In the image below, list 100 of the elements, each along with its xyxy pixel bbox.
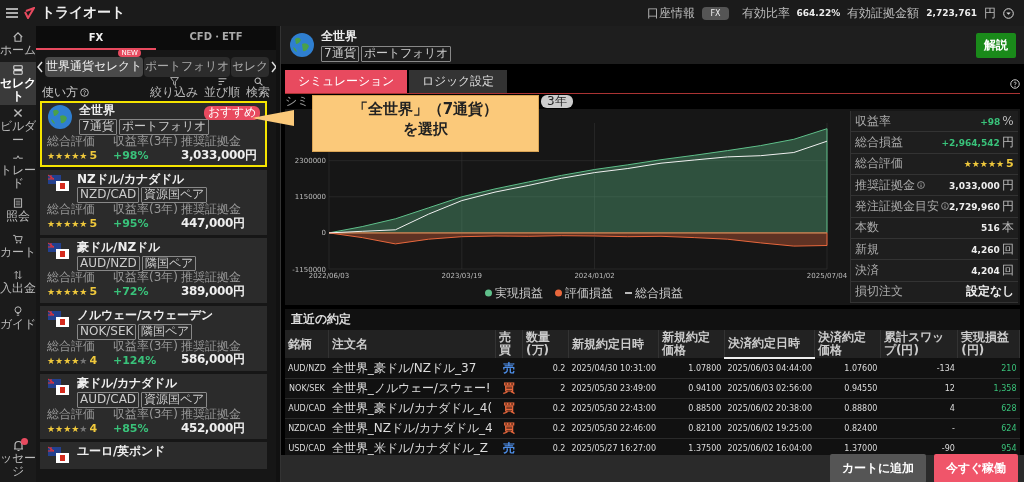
column-header[interactable]: 実現損益(円) xyxy=(957,330,1020,359)
strategy-name: ノルウェー/スウェーデン xyxy=(77,308,214,323)
account-label: 口座情報 xyxy=(647,4,696,22)
table-cell: 1.07800 xyxy=(659,358,725,379)
table-cell: -134 xyxy=(880,358,958,379)
strategy-card[interactable]: 豪ドル/カナダドル AUD/CAD 資源国ペア 総合評価 収益率(3年) 推奨証拠金 ★★★★★ 4 +85% 452,000円 xyxy=(40,374,267,440)
nav-label[interactable]: ッセージ xyxy=(0,451,36,478)
stat-label: 本数 xyxy=(855,219,879,237)
column-header[interactable]: 累計スワップ(円) xyxy=(880,330,958,359)
category-chip[interactable]: セレク xyxy=(231,57,269,77)
help-icon[interactable] xyxy=(80,88,89,98)
rating-label: 総合評価 xyxy=(47,135,96,149)
star-rating: ★★★★★ xyxy=(47,355,88,366)
table-cell: 2025/06/02 20:38:00 xyxy=(724,398,815,419)
margin-value: 447,000円 xyxy=(181,216,246,231)
table-cell: AUD/NZD xyxy=(285,358,329,379)
strategy-card[interactable]: NZドル/カナダドル NZD/CAD 資源国ペア 総合評価 収益率(3年) 推奨証拠金 ★★★★★ 5 +95% 447,000円 xyxy=(40,169,267,235)
search-icon xyxy=(253,76,263,86)
nav-item[interactable]: トレード xyxy=(0,148,36,193)
info-icon[interactable] xyxy=(917,181,925,190)
column-header[interactable]: 新規約定日時 xyxy=(568,330,659,359)
legend-label: 総合損益 xyxy=(635,286,683,300)
return-label: 収益率(3年) xyxy=(113,135,179,149)
strategy-tag: 隣国ペア xyxy=(141,255,196,272)
period-pill[interactable]: 3年 xyxy=(541,94,573,109)
table-cell: 0.2 xyxy=(522,418,569,439)
table-cell: 2025/06/02 19:25:00 xyxy=(724,418,815,439)
rating-value: 5 xyxy=(89,286,98,299)
tool-button[interactable]: 並び順 xyxy=(204,76,240,100)
margin-value: 586,000円 xyxy=(181,353,246,368)
column-header[interactable]: 決済約定日時 xyxy=(724,330,815,359)
notification-dot xyxy=(21,437,28,445)
rating-label: 総合評価 xyxy=(47,203,96,217)
strategy-name: NZドル/カナダドル xyxy=(77,172,186,187)
stat-label: 損切注文 xyxy=(855,283,903,301)
return-label: 収益率(3年) xyxy=(113,203,179,217)
add-to-cart-button[interactable]: カートに追加 xyxy=(830,454,926,482)
column-header[interactable]: 新規約定価格 xyxy=(659,330,725,359)
market-tab[interactable]: CFD・ETF xyxy=(156,26,276,50)
account-type-pill[interactable]: FX xyxy=(702,6,729,20)
nav-item[interactable]: ビルダー xyxy=(0,105,36,149)
bell-icon[interactable] xyxy=(12,439,24,452)
stat-value: +2,964,542 円 xyxy=(941,134,1014,151)
howto-link[interactable]: 使い方 xyxy=(42,86,78,100)
nav-item[interactable]: ホーム xyxy=(0,26,36,62)
column-header[interactable]: 注文名 xyxy=(328,330,496,359)
nav-item[interactable]: カート xyxy=(0,228,36,265)
strategy-name: ユーロ/英ポンド xyxy=(77,445,166,460)
star-rating: ★★★★★ xyxy=(47,287,88,298)
help-icon[interactable] xyxy=(1010,79,1020,89)
chevron-right-icon[interactable] xyxy=(270,60,276,73)
star-rating: ★★★★★ xyxy=(47,423,88,435)
flags-icon xyxy=(47,377,71,398)
stat-label: 推奨証拠金 xyxy=(855,176,915,194)
legend-line-icon xyxy=(624,292,633,294)
stat-label: 総合評価 xyxy=(855,155,903,173)
menu-icon[interactable] xyxy=(6,8,18,18)
table-cell: NOK/SEK xyxy=(285,378,329,399)
view-tab[interactable]: シミュレーション xyxy=(285,70,407,93)
section-title: 直近の約定 xyxy=(290,311,352,328)
chevron-left-icon[interactable] xyxy=(36,60,44,73)
ratio-label: 有効比率 xyxy=(741,4,790,22)
stat-label: 収益率 xyxy=(855,112,891,130)
strategy-tag: 7通貨 xyxy=(79,119,117,135)
stat-label: 決済 xyxy=(855,261,879,279)
stat-value: 2,729,960 円 xyxy=(949,197,1014,215)
strategy-card[interactable]: ノルウェー/スウェーデン NOK/SEK 隣国ペア 総合評価 収益率(3年) 推奨証拠金 ★★★★★ 4 +124% 586,000円 xyxy=(40,305,267,372)
return-value: +85% xyxy=(113,422,150,436)
column-header[interactable]: 売買 xyxy=(495,330,523,359)
explain-button[interactable]: 解説 xyxy=(976,32,1016,58)
flags-icon xyxy=(47,172,71,193)
table-cell: 0.82400 xyxy=(815,418,881,439)
info-icon[interactable] xyxy=(941,202,949,211)
tool-button[interactable]: 検索 xyxy=(246,76,270,100)
table-cell: 2025/05/30 22:43:00 xyxy=(568,398,659,419)
view-tab[interactable]: ロジック設定 xyxy=(409,70,507,93)
tool-button[interactable]: 絞り込み xyxy=(150,76,198,100)
table-cell: 210 xyxy=(957,358,1020,379)
category-chip[interactable]: ポートフォリオ xyxy=(144,57,230,77)
home-icon xyxy=(12,30,24,43)
column-header[interactable]: 決済約定価格 xyxy=(815,330,881,359)
column-header[interactable]: 数量(万) xyxy=(522,330,569,359)
nav-item[interactable]: 照会 xyxy=(0,192,36,229)
margin-label: 推奨証拠金 xyxy=(181,407,242,422)
product-tag: ポートフォリオ xyxy=(360,46,451,62)
cart-icon xyxy=(12,233,24,246)
nav-item[interactable]: ガイド xyxy=(0,300,36,337)
strategy-card[interactable]: ユーロ/英ポンド xyxy=(40,442,267,470)
stat-value: 設定なし xyxy=(965,283,1014,301)
category-chip[interactable]: 世界通貨セレクト xyxy=(45,57,143,77)
strategy-tag: 隣国ペア xyxy=(138,323,193,340)
table-cell: 売 xyxy=(495,358,523,379)
strategy-card[interactable]: 全世界 7通貨 ポートフォリオ おすすめ 総合評価 収益率(3年) 推奨証拠金 ★★★★★ 5 +98% 3,033,000円 xyxy=(40,101,267,167)
dropdown-icon[interactable] xyxy=(1003,7,1014,19)
equity-value: 2,723,761 xyxy=(926,8,977,18)
table-cell: 買 xyxy=(495,418,523,439)
nav-item[interactable]: セレクト xyxy=(0,62,36,106)
column-header[interactable]: 銘柄 xyxy=(285,330,329,359)
strategy-card[interactable]: 豪ドル/NZドル AUD/NZD 隣国ペア 総合評価 収益率(3年) 推奨証拠金 ★★★★★ 5 +72% 389,000円 xyxy=(40,237,267,303)
nav-item[interactable]: 入出金 xyxy=(0,264,36,301)
